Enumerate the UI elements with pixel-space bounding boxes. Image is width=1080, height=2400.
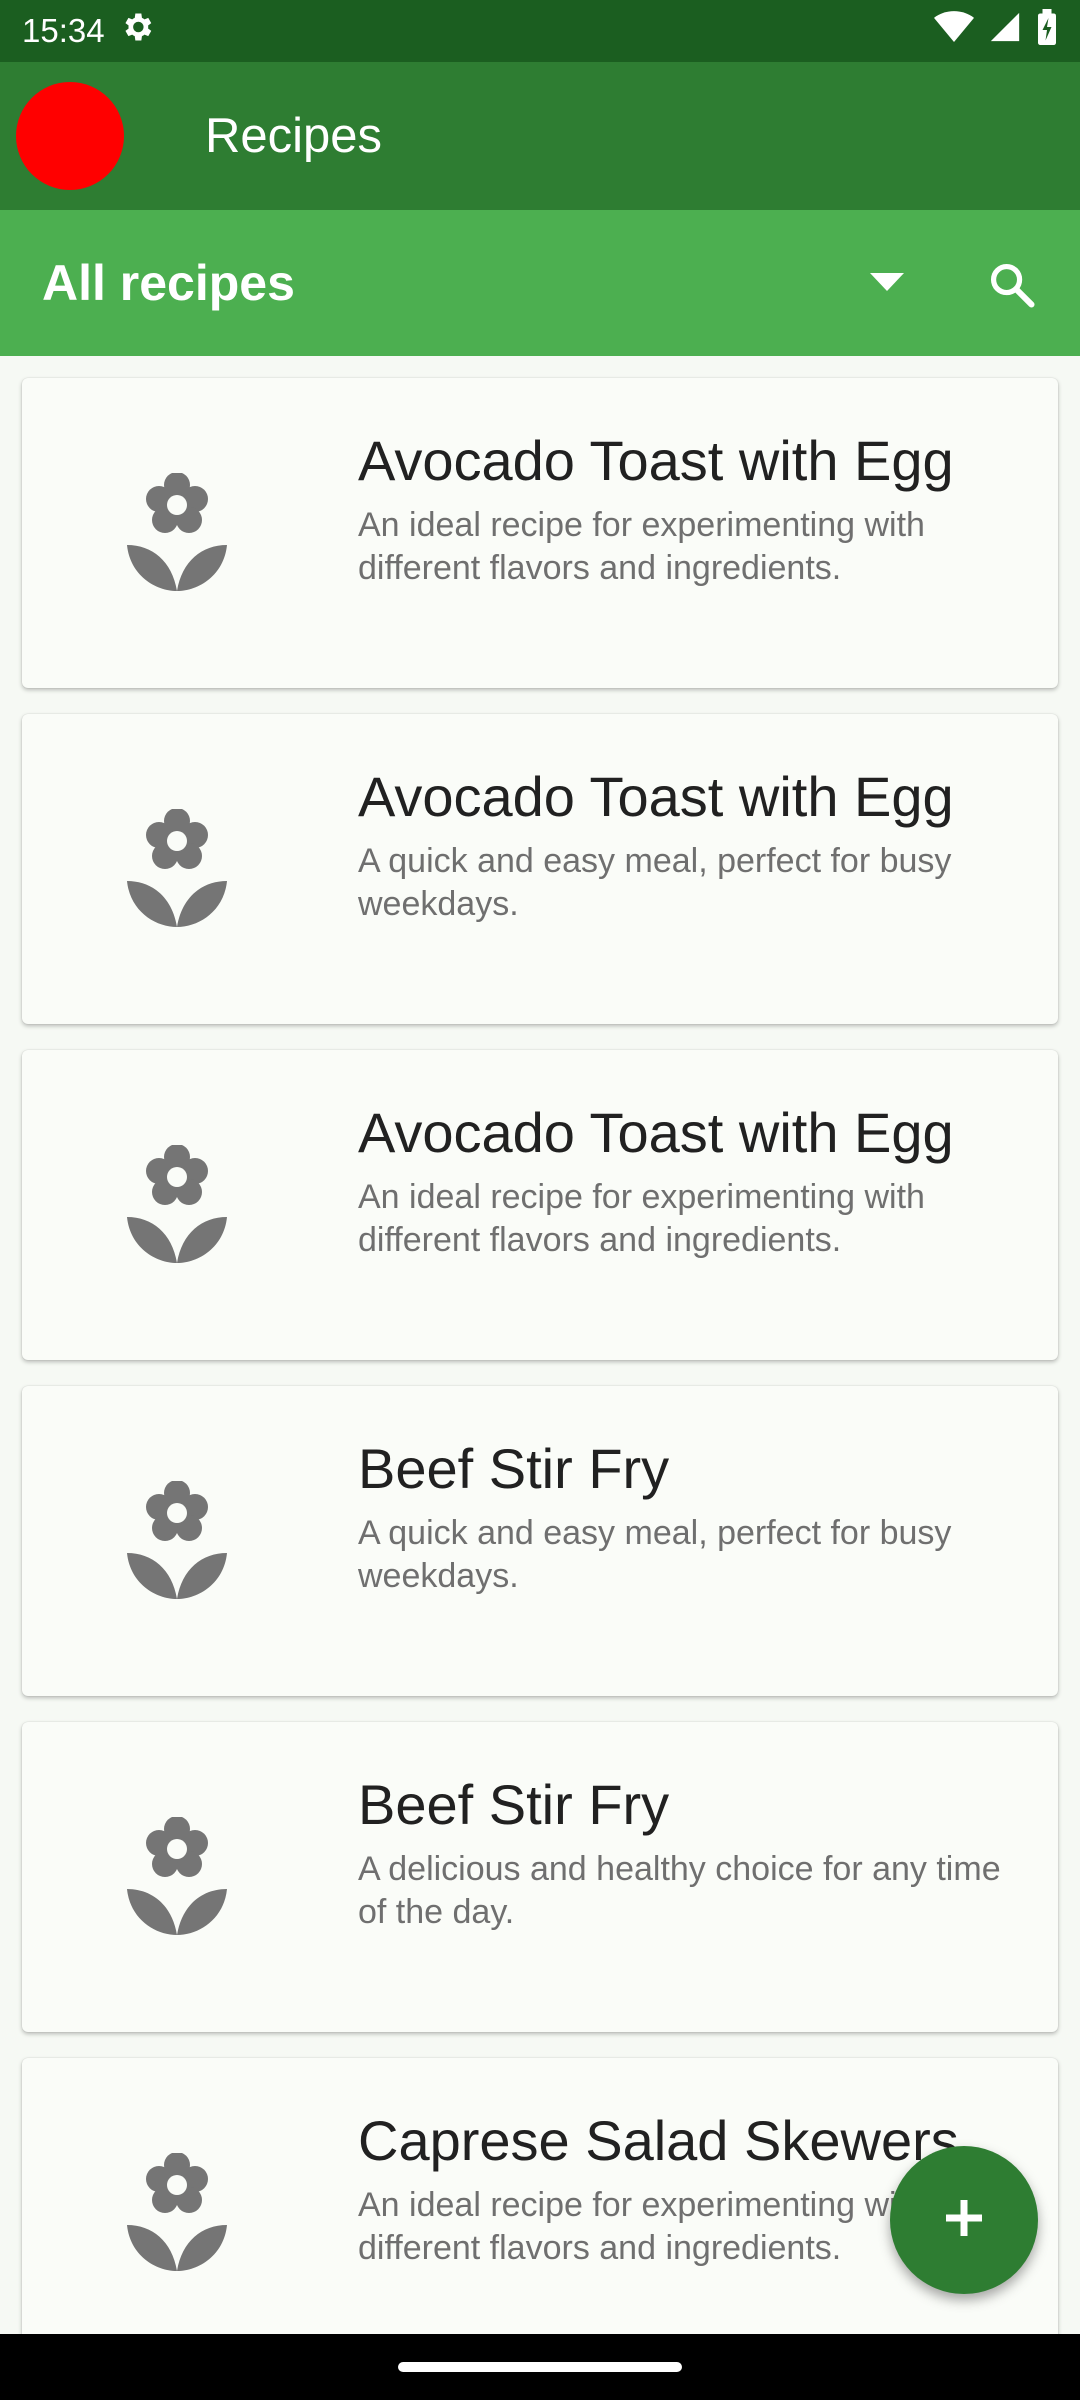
filter-dropdown-label[interactable]: All recipes	[42, 254, 295, 312]
recipe-card[interactable]: Beef Stir Fry A delicious and healthy ch…	[22, 1722, 1058, 2032]
home-gesture-handle[interactable]	[398, 2362, 682, 2372]
recipe-description: A delicious and healthy choice for any t…	[358, 1850, 1001, 1931]
recipe-title: Beef Stir Fry	[358, 1773, 670, 1836]
avatar[interactable]	[16, 82, 124, 190]
recipe-description: An ideal recipe for experimenting with d…	[358, 506, 925, 587]
filter-toolbar: All recipes	[0, 210, 1080, 356]
recipe-card[interactable]: Avocado Toast with Egg A quick and easy …	[22, 714, 1058, 1024]
navigation-bar	[0, 2334, 1080, 2400]
app-bar: Recipes	[0, 62, 1080, 210]
flower-icon	[122, 1816, 232, 1937]
dropdown-arrow-icon[interactable]	[862, 262, 912, 302]
recipe-description: A quick and easy meal, perfect for busy …	[358, 1514, 952, 1595]
recipe-title: Beef Stir Fry	[358, 1437, 670, 1500]
recipe-card[interactable]: Avocado Toast with Egg An ideal recipe f…	[22, 378, 1058, 688]
recipe-title: Avocado Toast with Egg	[358, 429, 954, 492]
plus-icon	[944, 2198, 984, 2243]
app-title: Recipes	[205, 109, 383, 163]
status-time: 15:34	[22, 12, 105, 49]
recipe-description: A quick and easy meal, perfect for busy …	[358, 842, 952, 923]
recipe-list[interactable]: Avocado Toast with Egg An ideal recipe f…	[0, 356, 1080, 2334]
recipe-card[interactable]: Beef Stir Fry A quick and easy meal, per…	[22, 1386, 1058, 1696]
add-recipe-button[interactable]	[890, 2146, 1038, 2294]
gear-icon	[119, 9, 155, 53]
recipe-title: Avocado Toast with Egg	[358, 1101, 954, 1164]
signal-icon	[988, 10, 1022, 52]
battery-icon	[1036, 9, 1058, 53]
search-icon[interactable]	[982, 255, 1042, 315]
flower-icon	[122, 808, 232, 929]
recipe-title: Avocado Toast with Egg	[358, 765, 954, 828]
flower-icon	[122, 472, 232, 593]
flower-icon	[122, 1480, 232, 1601]
status-bar: 15:34	[0, 0, 1080, 62]
recipe-description: An ideal recipe for experimenting with d…	[358, 1178, 925, 1259]
wifi-icon	[934, 10, 974, 52]
flower-icon	[122, 2152, 232, 2273]
recipe-title: Caprese Salad Skewers	[358, 2109, 959, 2172]
flower-icon	[122, 1144, 232, 1265]
recipe-card[interactable]: Avocado Toast with Egg An ideal recipe f…	[22, 1050, 1058, 1360]
